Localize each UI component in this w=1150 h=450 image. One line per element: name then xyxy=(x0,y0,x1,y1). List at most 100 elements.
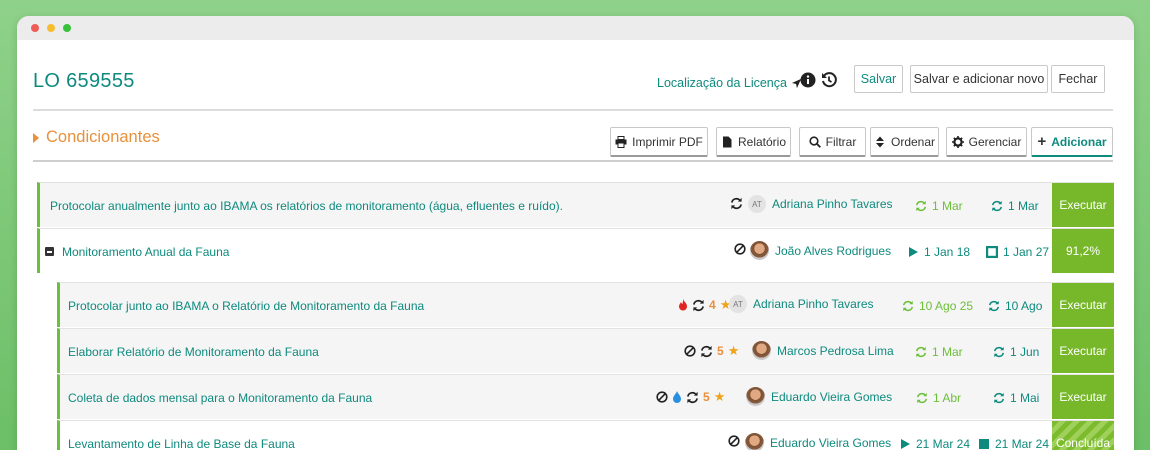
assignee[interactable]: AT Adriana Pinho Tavares xyxy=(729,295,874,313)
print-pdf-button[interactable]: Imprimir PDF xyxy=(610,127,708,157)
maximize-window-dot[interactable] xyxy=(63,24,71,32)
report-label: Relatório xyxy=(737,134,787,149)
avatar xyxy=(745,433,764,450)
filter-label: Filtrar xyxy=(825,134,857,149)
recurrence-count: 5 xyxy=(703,390,710,404)
save-and-add-new-button[interactable]: Salvar e adicionar novo xyxy=(910,65,1048,93)
gear-icon xyxy=(951,135,964,148)
manage-button[interactable]: Gerenciar xyxy=(946,127,1027,157)
avatar xyxy=(750,241,769,260)
assignee[interactable]: AT Adriana Pinho Tavares xyxy=(748,195,893,213)
add-button[interactable]: + Adicionar xyxy=(1031,127,1113,157)
due-date-value: 1 Mar xyxy=(1008,199,1039,213)
item-title[interactable]: Protocolar junto ao IBAMA o Relatório de… xyxy=(68,299,424,313)
due-date-value: 21 Mar 24 xyxy=(995,437,1050,450)
save-button[interactable]: Salvar xyxy=(854,65,903,93)
list-item[interactable]: Protocolar junto ao IBAMA o Relatório de… xyxy=(57,282,1114,327)
close-window-dot[interactable] xyxy=(31,24,39,32)
star-icon: ★ xyxy=(727,343,740,358)
file-icon xyxy=(722,136,732,147)
execute-button[interactable]: Executar xyxy=(1052,283,1114,327)
ban-icon xyxy=(656,391,668,403)
stop-icon xyxy=(979,439,989,449)
start-date-value: 1 Abr xyxy=(933,391,962,405)
start-date: 1 Abr xyxy=(916,391,961,405)
item-title[interactable]: Monitoramento Anual da Fauna xyxy=(62,245,229,259)
recurring-icon xyxy=(916,392,928,404)
recurring-icon xyxy=(731,197,742,210)
execute-button[interactable]: Executar xyxy=(1052,329,1114,373)
section-toggle[interactable]: Condicionantes xyxy=(33,128,160,147)
plus-icon: + xyxy=(1037,133,1047,150)
assignee-name: Eduardo Vieira Gomes xyxy=(770,435,892,450)
assignee[interactable]: Eduardo Vieira Gomes xyxy=(746,387,892,406)
item-title[interactable]: Protocolar anualmente junto ao IBAMA os … xyxy=(50,199,563,213)
window-titlebar xyxy=(17,16,1134,40)
report-button[interactable]: Relatório xyxy=(716,127,791,157)
assignee[interactable]: João Alves Rodrigues xyxy=(750,241,891,260)
start-date: 21 Mar 24 xyxy=(899,437,970,450)
recurring-icon xyxy=(991,200,1003,212)
item-title[interactable]: Coleta de dados mensal para o Monitorame… xyxy=(68,391,372,405)
recurring-icon xyxy=(988,300,1000,312)
completed-badge: Concluída xyxy=(1052,421,1114,450)
list-item[interactable]: Elaborar Relatório de Monitoramento da F… xyxy=(57,328,1114,373)
execute-button[interactable]: Executar xyxy=(1052,183,1114,227)
start-date-value: 1 Mar xyxy=(932,345,963,359)
minimize-window-dot[interactable] xyxy=(47,24,55,32)
star-icon: ★ xyxy=(713,389,726,404)
avatar: AT xyxy=(729,295,747,313)
due-date: 1 Mar xyxy=(991,199,1039,213)
page-title: LO 659555 xyxy=(33,70,135,92)
recurring-icon xyxy=(693,299,704,311)
due-date: 1 Mai xyxy=(993,391,1039,405)
avatar xyxy=(752,341,771,360)
print-pdf-label: Imprimir PDF xyxy=(632,134,703,149)
due-date: 21 Mar 24 xyxy=(978,437,1049,450)
list-item[interactable]: Protocolar anualmente junto ao IBAMA os … xyxy=(37,182,1114,227)
recurring-icon xyxy=(993,346,1005,358)
recurrence-count: 4 xyxy=(709,298,716,312)
info-icon[interactable] xyxy=(800,72,816,88)
list-item[interactable]: Coleta de dados mensal para o Monitorame… xyxy=(57,374,1114,419)
recurring-icon xyxy=(915,346,927,358)
app-window: LO 659555 Localização da Licença Salvar … xyxy=(17,16,1134,450)
fire-icon xyxy=(679,299,687,311)
start-date-value: 1 Jan 18 xyxy=(924,245,971,259)
order-button[interactable]: Ordenar xyxy=(870,127,939,157)
assignee[interactable]: Eduardo Vieira Gomes xyxy=(745,433,891,450)
ban-icon xyxy=(684,345,696,357)
start-date: 10 Ago 25 xyxy=(902,299,973,313)
recurrence-count: 5 xyxy=(717,344,724,358)
header-divider xyxy=(33,109,1113,111)
manage-label: Gerenciar xyxy=(968,134,1022,149)
section-title: Condicionantes xyxy=(46,128,160,146)
start-date-value: 1 Mar xyxy=(932,199,963,213)
list-item[interactable]: Levantamento de Linha de Base da Fauna E… xyxy=(57,420,1114,450)
due-date-value: 1 Jan 27 xyxy=(1003,245,1050,259)
assignee-name: Marcos Pedrosa Lima xyxy=(777,343,894,358)
assignee-name: Eduardo Vieira Gomes xyxy=(771,389,893,404)
item-title[interactable]: Elaborar Relatório de Monitoramento da F… xyxy=(68,345,319,359)
close-button[interactable]: Fechar xyxy=(1051,65,1105,93)
recurring-icon xyxy=(902,300,914,312)
recurring-icon xyxy=(993,392,1005,404)
order-label: Ordenar xyxy=(890,134,936,149)
assignee[interactable]: Marcos Pedrosa Lima xyxy=(752,341,894,360)
due-date: 1 Jun xyxy=(993,345,1039,359)
item-title[interactable]: Levantamento de Linha de Base da Fauna xyxy=(68,437,295,450)
execute-button[interactable]: Executar xyxy=(1052,375,1114,419)
section-divider xyxy=(33,160,1113,162)
list-item[interactable]: Monitoramento Anual da Fauna João Alves … xyxy=(37,228,1114,273)
printer-icon xyxy=(615,135,627,148)
start-date: 1 Mar xyxy=(915,345,963,359)
play-icon xyxy=(901,439,910,449)
license-location-label: Localização da Licença xyxy=(657,76,787,90)
assignee-name: Adriana Pinho Tavares xyxy=(772,197,893,211)
collapse-icon[interactable] xyxy=(45,247,54,256)
filter-button[interactable]: Filtrar xyxy=(799,127,866,157)
due-date-value: 1 Jun xyxy=(1010,345,1040,359)
history-icon[interactable] xyxy=(821,72,837,88)
recurring-icon xyxy=(687,391,698,403)
license-location-link[interactable]: Localização da Licença xyxy=(657,76,802,90)
